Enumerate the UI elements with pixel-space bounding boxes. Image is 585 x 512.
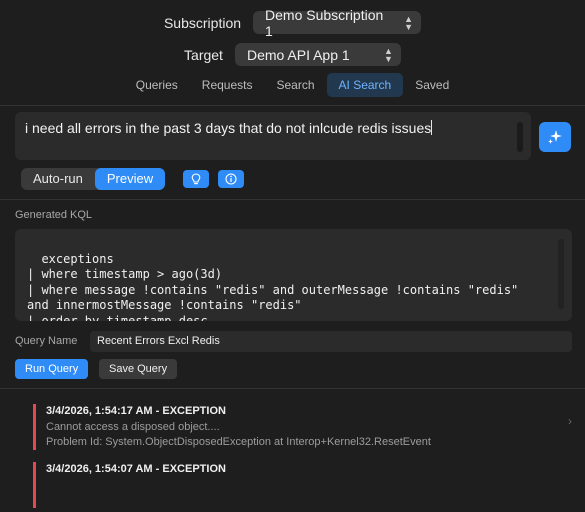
- ai-prompt-input[interactable]: i need all errors in the past 3 days tha…: [15, 112, 531, 160]
- divider: [0, 105, 585, 106]
- target-select[interactable]: Demo API App 1 ▲ ▼: [234, 43, 401, 66]
- tab-saved[interactable]: Saved: [403, 73, 461, 97]
- tab-ai-search[interactable]: AI Search: [326, 73, 404, 97]
- tab-requests[interactable]: Requests: [190, 73, 265, 97]
- subscription-select[interactable]: Demo Subscription 1 ▲ ▼: [253, 7, 422, 39]
- result-item[interactable]: 3/4/2026, 1:54:17 AM - EXCEPTION Cannot …: [30, 404, 572, 454]
- query-name-label: Query Name: [15, 335, 78, 347]
- kql-editor[interactable]: exceptions | where timestamp > ago(3d) |…: [15, 229, 572, 321]
- info-icon: [225, 173, 237, 185]
- chevron-right-icon: ›: [568, 414, 572, 428]
- auto-run-option[interactable]: Auto-run: [21, 168, 95, 190]
- generated-kql-label: Generated KQL: [15, 209, 93, 221]
- run-query-button[interactable]: Run Query: [15, 359, 89, 379]
- subscription-row: Subscription Demo Subscription 1 ▲ ▼: [0, 7, 585, 39]
- error-severity-bar: [33, 462, 36, 508]
- error-severity-bar: [33, 404, 36, 450]
- kql-code: exceptions | where timestamp > ago(3d) |…: [27, 251, 519, 322]
- prompt-scrollbar[interactable]: [517, 122, 523, 152]
- lightbulb-icon: [191, 173, 201, 185]
- info-button[interactable]: [218, 170, 244, 188]
- divider: [0, 199, 585, 200]
- kql-scrollbar[interactable]: [558, 239, 564, 309]
- result-title: 3/4/2026, 1:54:07 AM - EXCEPTION: [46, 463, 226, 475]
- target-value: Demo API App 1: [246, 46, 350, 63]
- subscription-label: Subscription: [163, 14, 242, 31]
- text-caret: [431, 120, 433, 135]
- generate-button[interactable]: [539, 122, 571, 152]
- result-item[interactable]: 3/4/2026, 1:54:07 AM - EXCEPTION: [30, 462, 572, 512]
- chevron-updown-icon: ▲ ▼: [384, 45, 393, 64]
- prompt-text: i need all errors in the past 3 days tha…: [25, 120, 432, 136]
- tab-bar: Queries Requests Search AI Search Saved: [0, 73, 585, 97]
- result-problem-id: Problem Id: System.ObjectDisposedExcepti…: [46, 436, 431, 448]
- target-row: Target Demo API App 1 ▲ ▼: [0, 43, 585, 66]
- chevron-updown-icon: ▲ ▼: [404, 13, 414, 32]
- run-mode-toggle: Auto-run Preview: [21, 168, 166, 190]
- query-name-input[interactable]: Recent Errors Excl Redis: [90, 331, 572, 352]
- sparkle-icon: [548, 130, 562, 144]
- save-query-button[interactable]: Save Query: [99, 359, 178, 379]
- divider: [0, 388, 585, 389]
- preview-option[interactable]: Preview: [94, 168, 166, 190]
- tips-button[interactable]: [183, 170, 209, 188]
- target-label: Target: [184, 46, 223, 63]
- subscription-value: Demo Subscription 1: [265, 6, 384, 39]
- result-title: 3/4/2026, 1:54:17 AM - EXCEPTION: [46, 405, 226, 417]
- result-message: Cannot access a disposed object....: [46, 421, 220, 433]
- tab-search[interactable]: Search: [264, 73, 326, 97]
- tab-queries[interactable]: Queries: [124, 73, 190, 97]
